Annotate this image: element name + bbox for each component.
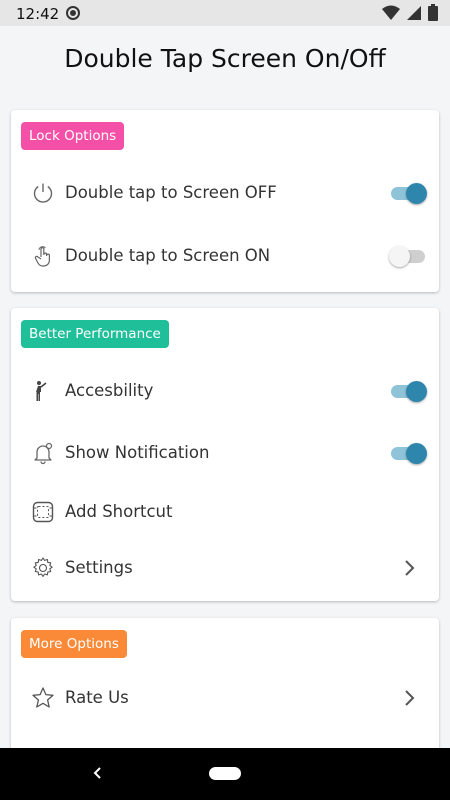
row-rate-us[interactable]: Rate Us — [11, 678, 439, 718]
row-label: Show Notification — [65, 443, 210, 462]
row-settings[interactable]: Settings — [11, 548, 439, 588]
row-label: Add Shortcut — [65, 502, 173, 521]
status-time: 12:42 — [16, 5, 60, 23]
navigation-bar — [0, 748, 450, 800]
row-screen-off[interactable]: Double tap to Screen OFF — [11, 173, 439, 213]
status-icons — [382, 4, 438, 21]
tap-hand-icon — [34, 246, 50, 267]
accessibility-person-icon — [36, 381, 47, 401]
signal-icon — [407, 5, 421, 20]
chevron-right-icon — [405, 560, 415, 576]
section-badge-more-options: More Options — [21, 630, 127, 658]
row-add-shortcut[interactable]: Add Shortcut — [11, 492, 439, 532]
status-bar: 12:42 — [0, 0, 450, 26]
shortcut-icon — [32, 501, 54, 523]
notification-dot-icon — [66, 6, 80, 20]
wifi-icon — [382, 5, 400, 20]
chevron-right-icon — [405, 690, 415, 706]
star-icon — [32, 687, 54, 708]
more-options-card: More Options Rate Us — [11, 618, 439, 753]
battery-icon — [428, 4, 438, 21]
row-label: Settings — [65, 558, 133, 577]
gear-icon — [33, 557, 53, 577]
row-label: Double tap to Screen ON — [65, 246, 271, 265]
row-label: Accesbility — [65, 381, 154, 400]
page-title: Double Tap Screen On/Off — [64, 44, 386, 73]
power-icon — [33, 183, 53, 203]
lock-options-card: Lock Options Double tap to Screen OFF Do… — [11, 110, 439, 292]
row-screen-on[interactable]: Double tap to Screen ON — [11, 236, 439, 276]
screen-off-toggle[interactable] — [389, 181, 429, 205]
row-accessibility[interactable]: Accesbility — [11, 371, 439, 411]
row-label: Double tap to Screen OFF — [65, 183, 277, 202]
section-badge-better-performance: Better Performance — [21, 320, 169, 348]
accessibility-toggle[interactable] — [389, 379, 429, 403]
better-performance-card: Better Performance Accesbility Show Noti… — [11, 308, 439, 601]
section-badge-lock-options: Lock Options — [21, 122, 125, 150]
notification-toggle[interactable] — [389, 441, 429, 465]
home-pill-button[interactable] — [209, 767, 241, 780]
back-icon[interactable] — [88, 762, 108, 784]
row-label: Rate Us — [65, 688, 129, 707]
row-show-notification[interactable]: Show Notification — [11, 433, 439, 473]
bell-icon — [34, 442, 53, 465]
screen-on-toggle[interactable] — [389, 244, 429, 268]
